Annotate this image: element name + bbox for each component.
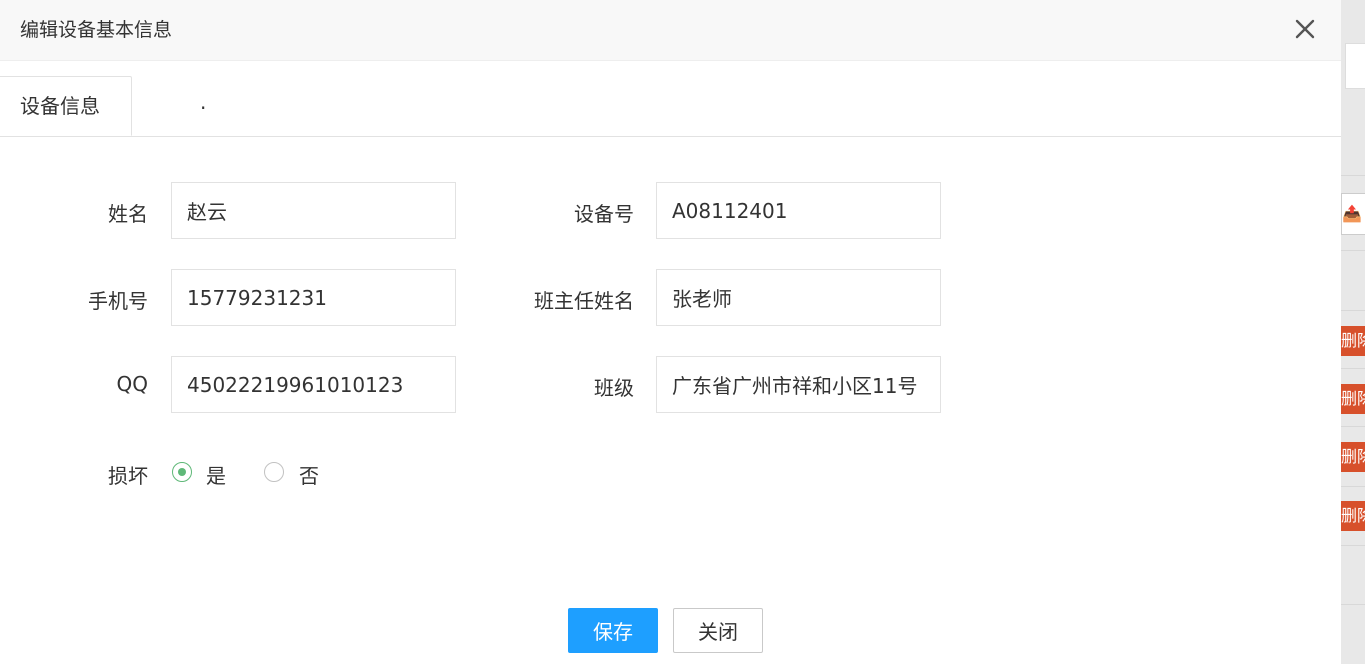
radio-yes-label[interactable]: 是 bbox=[206, 460, 226, 489]
divider bbox=[1341, 545, 1365, 546]
close-icon[interactable] bbox=[1290, 14, 1320, 44]
edit-device-dialog: 编辑设备基本信息 设备信息 . 姓名 设备号 手机号 班主任姓名 QQ 班级 损… bbox=[0, 0, 1341, 664]
damaged-label: 损坏 bbox=[108, 464, 148, 488]
save-button[interactable]: 保存 bbox=[568, 608, 658, 653]
radio-no-label[interactable]: 否 bbox=[299, 460, 319, 489]
export-icon[interactable]: 📤 bbox=[1341, 193, 1365, 235]
divider bbox=[1341, 175, 1365, 176]
tab-device-info[interactable]: 设备信息 bbox=[0, 76, 132, 136]
background-delete-button[interactable]: 删除 bbox=[1341, 326, 1365, 356]
teacher-name-label: 班主任姓名 bbox=[534, 289, 634, 313]
divider bbox=[1341, 604, 1365, 605]
divider bbox=[1341, 426, 1365, 427]
qq-input[interactable] bbox=[171, 356, 456, 413]
device-no-input[interactable] bbox=[656, 182, 941, 239]
background-page: 📤 删除 删除 删除 删除 bbox=[1341, 0, 1365, 664]
background-delete-button[interactable]: 删除 bbox=[1341, 384, 1365, 414]
radio-no[interactable] bbox=[264, 462, 284, 482]
background-delete-button[interactable]: 删除 bbox=[1341, 442, 1365, 472]
divider bbox=[1341, 368, 1365, 369]
background-delete-button[interactable]: 删除 bbox=[1341, 501, 1365, 531]
tab-secondary[interactable]: . bbox=[200, 90, 206, 114]
phone-input[interactable] bbox=[171, 269, 456, 326]
divider bbox=[1341, 250, 1365, 251]
name-label: 姓名 bbox=[108, 202, 148, 226]
name-input[interactable] bbox=[171, 182, 456, 239]
radio-yes[interactable] bbox=[172, 462, 192, 482]
dialog-header: 编辑设备基本信息 bbox=[0, 0, 1341, 61]
teacher-name-input[interactable] bbox=[656, 269, 941, 326]
device-no-label: 设备号 bbox=[574, 202, 634, 226]
class-input[interactable] bbox=[656, 356, 941, 413]
background-input bbox=[1345, 43, 1365, 89]
divider bbox=[1341, 486, 1365, 487]
tab-bar: 设备信息 . bbox=[0, 76, 1341, 137]
divider bbox=[1341, 310, 1365, 311]
close-button[interactable]: 关闭 bbox=[673, 608, 763, 653]
dialog-title: 编辑设备基本信息 bbox=[20, 19, 173, 41]
qq-label: QQ bbox=[116, 372, 148, 396]
class-label: 班级 bbox=[594, 376, 634, 400]
phone-label: 手机号 bbox=[88, 289, 148, 313]
